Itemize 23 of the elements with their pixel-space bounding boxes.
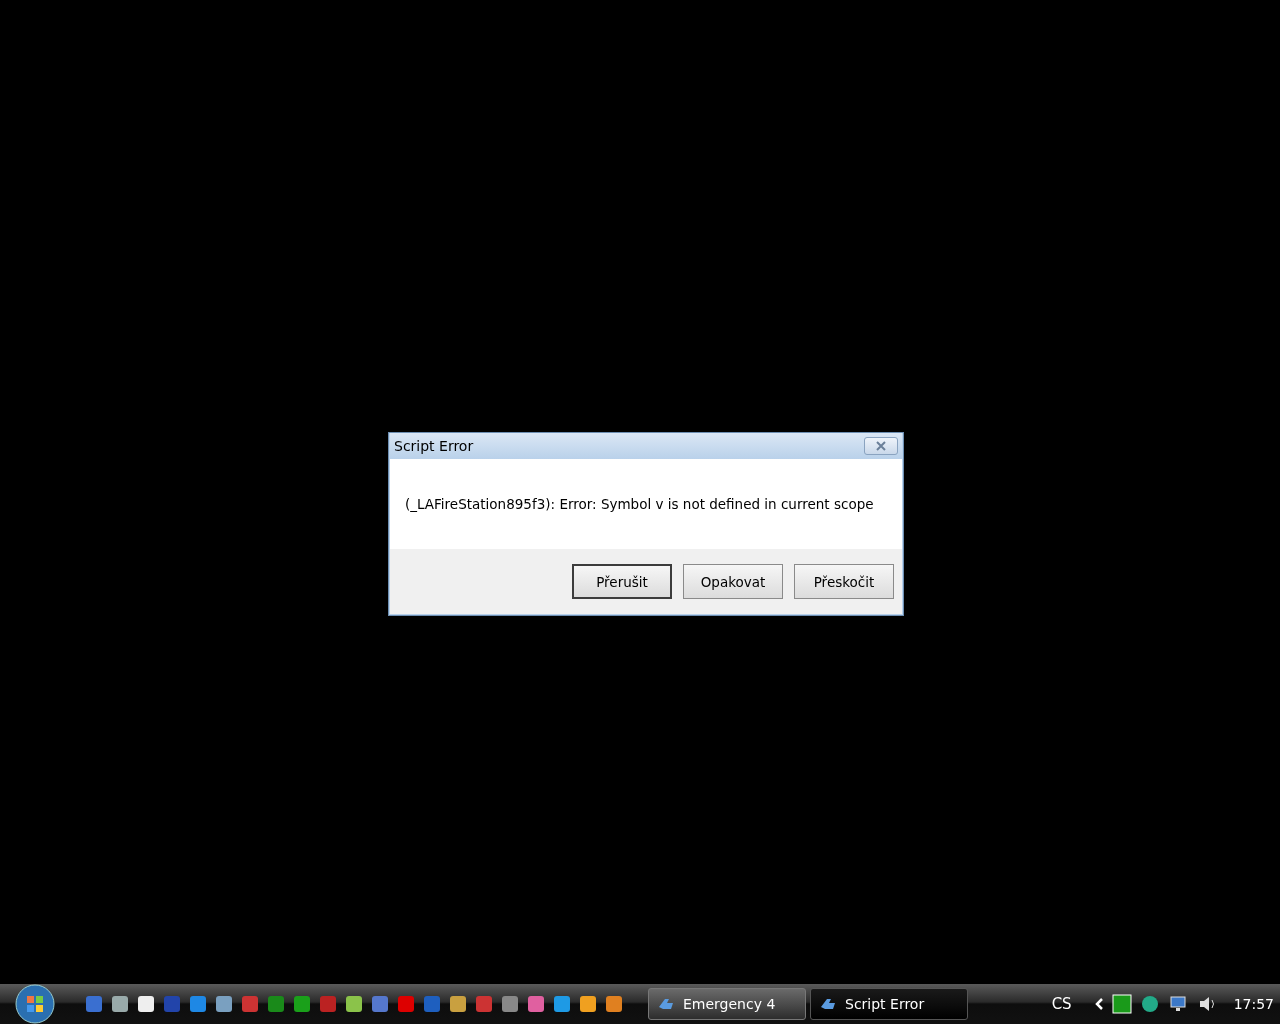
app-icon[interactable] bbox=[136, 994, 156, 1014]
tray-icon[interactable] bbox=[1139, 994, 1160, 1014]
chevron-left-icon[interactable] bbox=[1093, 997, 1104, 1011]
app-icon[interactable] bbox=[448, 994, 468, 1014]
app-icon[interactable] bbox=[578, 994, 598, 1014]
error-message: (_LAFireStation895f3): Error: Symbol v is not defined in current scope bbox=[405, 496, 874, 512]
app-icon[interactable] bbox=[552, 994, 572, 1014]
close-icon bbox=[875, 441, 887, 451]
tray-icon[interactable] bbox=[1111, 994, 1132, 1014]
app-icon[interactable] bbox=[604, 994, 624, 1014]
app-icon[interactable] bbox=[344, 994, 364, 1014]
dialog-button[interactable]: Opakovat bbox=[683, 564, 783, 599]
dialog-button[interactable]: Přeskočit bbox=[794, 564, 894, 599]
taskbar-button[interactable]: Script Error bbox=[810, 988, 968, 1020]
app-icon[interactable] bbox=[526, 994, 546, 1014]
app-icon[interactable] bbox=[214, 994, 234, 1014]
taskbar-button[interactable]: Emergency 4 bbox=[648, 988, 806, 1020]
language-indicator[interactable]: CS bbox=[1051, 995, 1072, 1013]
dialog-button[interactable]: Přerušit bbox=[572, 564, 672, 599]
app-icon[interactable] bbox=[110, 994, 130, 1014]
window-title: Script Error bbox=[394, 438, 474, 454]
clock[interactable]: 17:57 bbox=[1233, 996, 1274, 1012]
close-button[interactable] bbox=[864, 437, 898, 455]
